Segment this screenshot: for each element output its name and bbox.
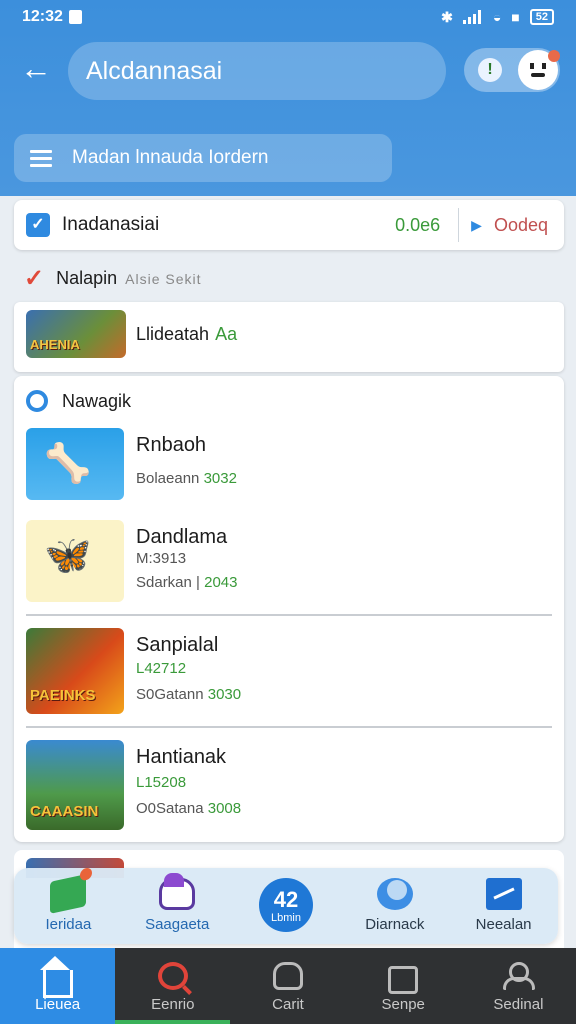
- box-icon: [388, 966, 419, 994]
- divider: [458, 208, 460, 242]
- list-title: Nawagik: [62, 390, 132, 411]
- action-item-4[interactable]: Neealan: [449, 868, 558, 944]
- title-search-bar[interactable]: Alcdannasai: [68, 42, 446, 100]
- wifi-icon: ◒: [492, 9, 502, 25]
- search-icon: [157, 962, 188, 990]
- filter-checkbox[interactable]: ✓: [26, 213, 50, 237]
- app-header: 12:32 ✱ ◒ ■ 52 ← Alcdannasai ! Madan lnn…: [0, 0, 576, 196]
- circle-icon: [26, 390, 48, 412]
- signal-icon: [462, 10, 483, 24]
- featured-card[interactable]: AHENIA Llideatah Aa: [14, 302, 564, 372]
- menu-icon[interactable]: [30, 146, 52, 171]
- sort-button[interactable]: Oodeq: [494, 215, 548, 236]
- lock-icon: [273, 962, 303, 990]
- sim-icon: [68, 10, 82, 24]
- user-icon: [503, 962, 536, 990]
- home-icon: [39, 956, 73, 998]
- status-time: 12:32: [22, 8, 63, 25]
- filter-label: Inadanasiai: [62, 214, 160, 235]
- item-title: Hantianak: [136, 746, 227, 768]
- section-header-1: ✓ Nalapin Alsie Sekit: [24, 264, 202, 293]
- filter-row: ✓ Inadanasiai 0.0e6 ▶ Oodeq: [14, 200, 564, 250]
- nav-item-home[interactable]: Lieuea: [0, 948, 116, 1024]
- filter-value: 0.0e6: [395, 214, 441, 235]
- sub-search-text: Madan lnnauda Iordern: [72, 147, 269, 168]
- notification-square-icon: ■: [511, 9, 520, 25]
- moon-icon: [376, 878, 413, 910]
- nav-item-profile[interactable]: Sedinal: [461, 948, 576, 1024]
- center-fab-button[interactable]: 42 Lbmin: [258, 878, 313, 932]
- list-header: Nawagik: [26, 390, 131, 412]
- item-thumbnail: 🦋: [26, 520, 124, 602]
- header-title: Alcdannasai: [86, 56, 223, 85]
- action-item-1[interactable]: Saagaeta: [123, 868, 232, 944]
- section-title: Nalapin: [56, 268, 118, 288]
- cloud-icon: [159, 873, 196, 910]
- back-arrow-icon[interactable]: ←: [20, 52, 52, 84]
- flag-icon: [485, 878, 522, 910]
- status-bar: 12:32 ✱ ◒ ■ 52: [0, 0, 576, 34]
- sub-search-bar[interactable]: Madan lnnauda Iordern: [14, 134, 392, 182]
- header-actions: !: [464, 48, 560, 92]
- item-thumbnail: PAEINKS: [26, 628, 124, 714]
- action-item-2[interactable]: 42 Lbmin: [232, 868, 341, 944]
- action-item-0[interactable]: Ieridaa: [14, 868, 123, 944]
- divider: [26, 726, 552, 728]
- money-icon: [50, 874, 87, 914]
- bottom-nav: Lieuea Eenrio Carit Senpe Sedinal: [0, 948, 576, 1024]
- featured-title: Llideatah: [136, 324, 210, 344]
- checkmark-icon: ✓: [24, 265, 45, 292]
- avatar[interactable]: [518, 50, 560, 90]
- item-title: Dandlama: [136, 526, 228, 548]
- play-icon[interactable]: ▶: [471, 217, 482, 234]
- bluetooth-icon: ✱: [441, 8, 453, 25]
- nav-item-box[interactable]: Senpe: [346, 948, 461, 1024]
- item-thumbnail: CAAASIN: [26, 740, 124, 830]
- featured-tag: Aa: [215, 324, 238, 344]
- item-title: Rnbaoh: [136, 434, 207, 456]
- item-thumbnail: 🦴: [26, 428, 124, 500]
- floating-action-bar: Ieridaa Saagaeta 42 Lbmin Diarnack Neeal…: [14, 868, 558, 944]
- notification-dot: [548, 50, 560, 62]
- battery-icon: 52: [529, 9, 554, 25]
- nav-indicator: [115, 1020, 231, 1024]
- item-title: Sanpialal: [136, 634, 219, 656]
- list-card: Nawagik 🦴 Rnbaoh Bolaeann 3032 🦋 Dandlam…: [14, 376, 564, 842]
- action-item-3[interactable]: Diarnack: [340, 868, 449, 944]
- featured-thumbnail: AHENIA: [26, 310, 126, 358]
- section-subtitle: Alsie Sekit: [125, 270, 202, 287]
- nav-item-cart[interactable]: Carit: [230, 948, 345, 1024]
- divider: [26, 614, 552, 616]
- nav-item-search[interactable]: Eenrio: [115, 948, 231, 1024]
- alert-icon[interactable]: !: [478, 58, 502, 82]
